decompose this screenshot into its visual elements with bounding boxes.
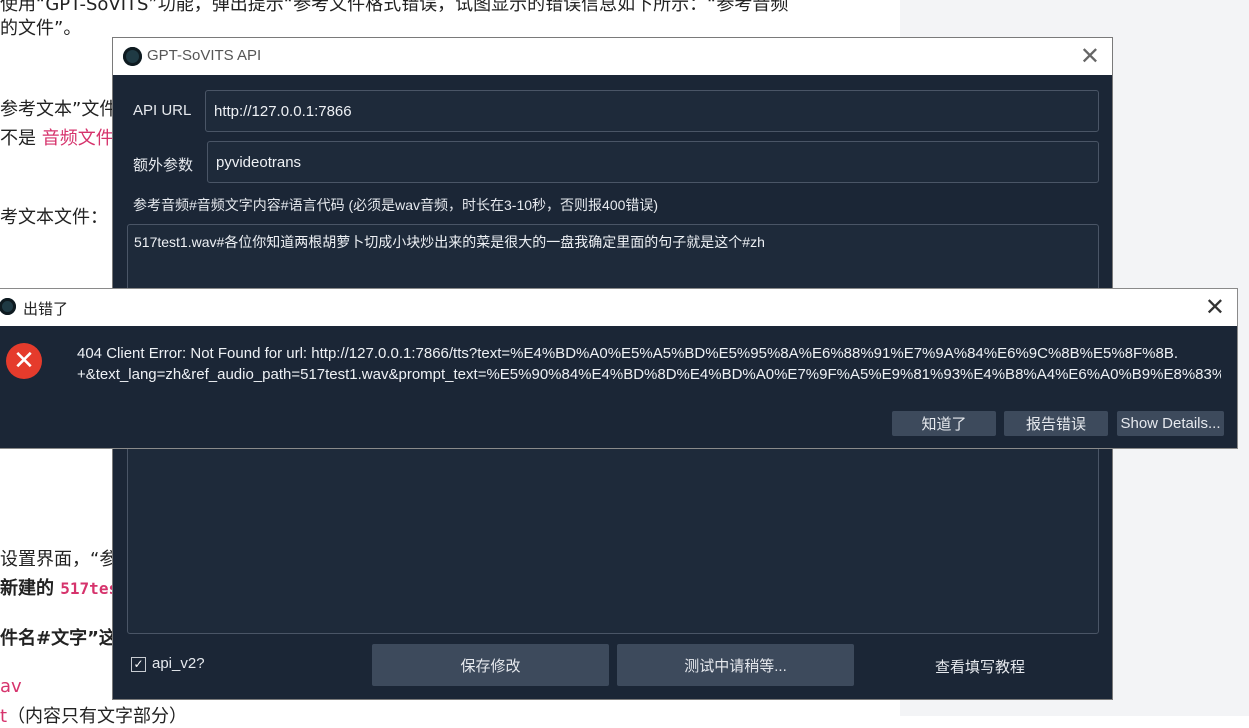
window-title: GPT-SoVITS API xyxy=(147,47,262,64)
test-button[interactable]: 测试中请稍等... xyxy=(617,644,854,686)
doc-line: 设置界面，“参 xyxy=(0,549,118,570)
close-icon[interactable]: ✕ xyxy=(1080,42,1100,70)
report-error-button[interactable]: 报告错误 xyxy=(1004,411,1108,436)
ok-button[interactable]: 知道了 xyxy=(892,411,996,436)
app-icon xyxy=(123,47,142,66)
doc-line: 使用“GPT-SoVITS”功能，弹出提示“参考文件格式错误，试图显示的错误信息… xyxy=(0,0,789,15)
error-message-line: +&text_lang=zh&ref_audio_path=517test1.w… xyxy=(77,366,1221,383)
close-icon[interactable]: ✕ xyxy=(1205,293,1225,321)
error-dialog: 出错了 ✕ ✕ 404 Client Error: Not Found for … xyxy=(0,288,1238,449)
window-titlebar: GPT-SoVITS API ✕ xyxy=(113,38,1112,75)
doc-line: 的文件”。 xyxy=(0,18,82,39)
doc-line: 新建的 517tes xyxy=(0,578,119,599)
show-details-button[interactable]: Show Details... xyxy=(1117,411,1224,436)
save-button[interactable]: 保存修改 xyxy=(372,644,609,686)
doc-line: 件名#文字”这 xyxy=(0,628,117,649)
api-v2-label: api_v2? xyxy=(152,655,205,672)
api-v2-checkbox[interactable]: ✓ xyxy=(131,657,146,672)
error-icon: ✕ xyxy=(6,343,42,379)
doc-line: t（内容只有文字部分） xyxy=(0,706,188,727)
ref-format-hint: 参考音频#音频文字内容#语言代码 (必须是wav音频，时长在3-10秒，否则报4… xyxy=(133,197,659,213)
doc-line: av xyxy=(0,676,22,697)
extra-params-input[interactable]: pyvideotrans xyxy=(207,141,1099,183)
error-dialog-title: 出错了 xyxy=(23,301,69,318)
doc-line: 参考文本”文件 xyxy=(0,99,118,120)
tutorial-button[interactable]: 查看填写教程 xyxy=(935,656,1025,677)
error-dialog-titlebar: 出错了 ✕ xyxy=(0,289,1237,326)
extra-params-label: 额外参数 xyxy=(133,157,194,174)
doc-line: 考文本文件： xyxy=(0,207,108,228)
app-icon xyxy=(0,298,16,315)
api-url-input[interactable]: http://127.0.0.1:7866 xyxy=(205,90,1099,132)
api-url-label: API URL xyxy=(133,102,192,119)
error-message-line: 404 Client Error: Not Found for url: htt… xyxy=(77,345,1179,362)
error-message: 404 Client Error: Not Found for url: htt… xyxy=(77,343,1221,385)
